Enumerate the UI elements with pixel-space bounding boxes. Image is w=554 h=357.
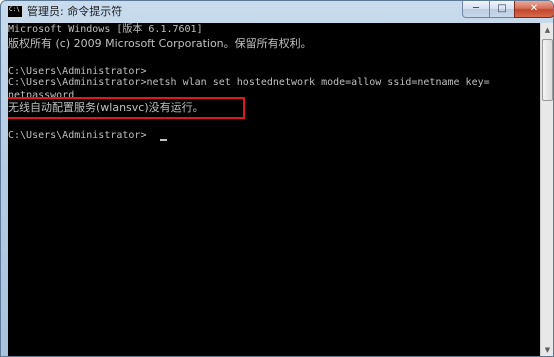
text-cursor: [160, 139, 167, 141]
console-line-current-prompt[interactable]: C:\Users\Administrator>: [8, 129, 540, 142]
close-icon: ✕: [529, 3, 539, 14]
error-highlight-box: [8, 97, 245, 119]
scroll-up-icon[interactable]: ▲: [541, 23, 553, 38]
minimize-icon: ─: [472, 3, 480, 14]
window-title: 管理员: 命令提示符: [27, 5, 123, 18]
console-output[interactable]: Microsoft Windows [版本 6.1.7601] 版权所有 (c)…: [8, 23, 540, 356]
scroll-down-icon[interactable]: ▼: [541, 343, 553, 356]
cmd-app-icon[interactable]: C:\: [7, 5, 23, 18]
minimize-button[interactable]: ─: [462, 1, 490, 18]
title-bar[interactable]: C:\ 管理员: 命令提示符 ─ □ ✕: [1, 1, 553, 23]
maximize-icon: □: [497, 3, 507, 14]
vertical-scrollbar[interactable]: ▲ ▼: [540, 23, 553, 356]
console-line-version: Microsoft Windows [版本 6.1.7601]: [8, 24, 203, 35]
command-prompt-window: C:\ 管理员: 命令提示符 ─ □ ✕ Microsoft Windows […: [0, 0, 554, 357]
maximize-button[interactable]: □: [489, 1, 515, 18]
console-line-copyright: 版权所有 (c) 2009 Microsoft Corporation。保留所有…: [8, 37, 312, 50]
close-button[interactable]: ✕: [514, 1, 553, 18]
console-line-command: C:\Users\Administrator>netsh wlan set ho…: [8, 77, 490, 88]
scrollbar-thumb[interactable]: [542, 39, 553, 101]
